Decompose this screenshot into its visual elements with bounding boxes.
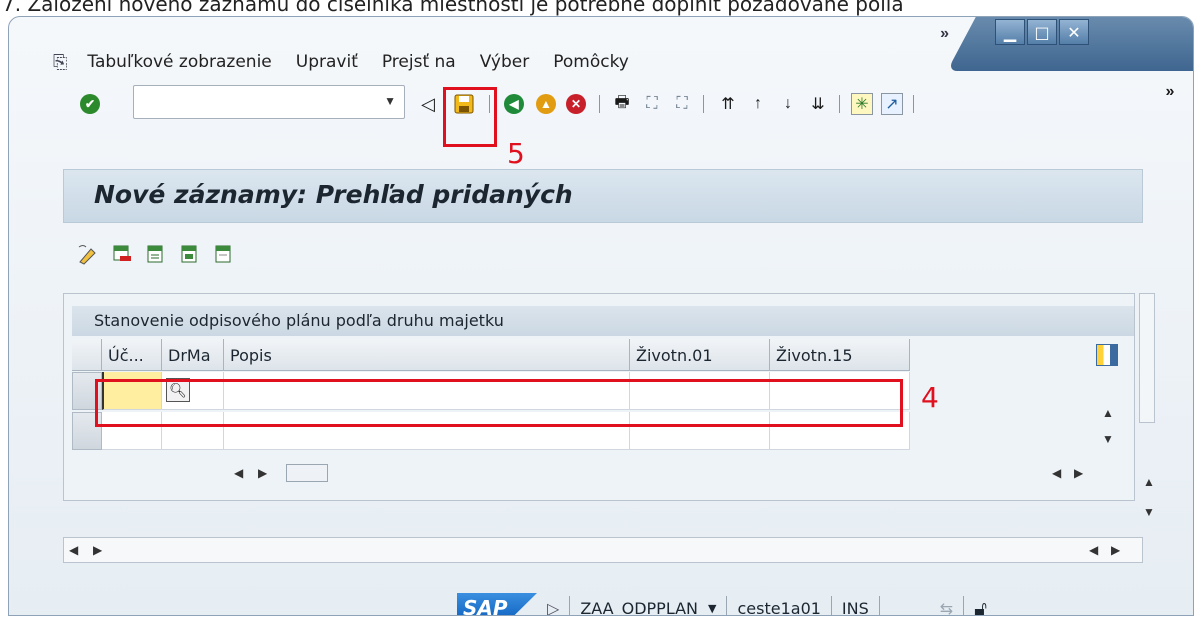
horizontal-scroll-thumb[interactable] (286, 464, 328, 482)
status-separator (569, 596, 571, 615)
toolbar-separator (913, 95, 914, 113)
status-separator (830, 596, 832, 615)
chevron-down-icon[interactable]: ▼ (384, 94, 396, 108)
maximize-button[interactable]: □ (1027, 19, 1057, 45)
menu-selection[interactable]: Výber (480, 52, 529, 72)
menu-icon[interactable]: ⎘ (53, 52, 67, 73)
column-header-popis[interactable]: Popis (224, 339, 630, 371)
deselect-all-icon[interactable] (213, 243, 235, 265)
instruction-caption: 7. Založení nového záznamu do číselníka … (2, 0, 904, 16)
toolbar-separator (839, 95, 840, 113)
back-icon[interactable]: ◀ (503, 93, 525, 115)
transaction-code: ZAA_ODPPLAN (580, 598, 699, 616)
menu-utilities[interactable]: Pomôcky (553, 52, 629, 72)
exit-icon[interactable]: ▲ (535, 93, 557, 115)
row-highlight-box (95, 379, 903, 427)
last-page-icon[interactable]: ⇊ (807, 93, 829, 115)
delete-row-icon[interactable] (111, 243, 133, 265)
find-icon[interactable]: ⛶ (641, 93, 663, 115)
command-field[interactable]: ▼ (133, 85, 405, 119)
close-button[interactable]: ✕ (1059, 19, 1089, 45)
menu-bar: ⎘ Tabuľkové zobrazenie Upraviť Prejsť na… (53, 47, 629, 77)
scroll-right-icon[interactable]: ▶ (258, 466, 267, 480)
column-header-zivotn15[interactable]: Životn.15 (770, 339, 910, 371)
select-all-icon[interactable] (145, 243, 167, 265)
status-separator (878, 596, 880, 615)
select-block-icon[interactable] (179, 243, 201, 265)
chevron-down-icon[interactable]: ▼ (708, 602, 716, 615)
change-display-icon[interactable] (77, 243, 99, 265)
scroll-down-icon[interactable]: ▼ (1102, 432, 1114, 446)
more-toolbar-icon[interactable]: » (1159, 81, 1181, 103)
scroll-up-icon[interactable]: ▲ (1102, 406, 1114, 420)
toolbar-separator (703, 95, 704, 113)
scroll-down-icon[interactable]: ▼ (1143, 505, 1155, 519)
scroll-right-icon[interactable]: ▶ (1111, 543, 1120, 557)
status-separator (963, 596, 965, 615)
scroll-left-icon[interactable]: ◀ (1089, 543, 1098, 557)
window-controls: ▁ □ ✕ (995, 19, 1089, 45)
status-separator (726, 596, 728, 615)
marker-4: 4 (921, 381, 939, 414)
marker-5: 5 (507, 137, 525, 170)
vertical-scrollbar[interactable] (1139, 293, 1155, 423)
table-settings-icon[interactable] (1096, 344, 1118, 366)
scroll-left-icon[interactable]: ◀ (69, 543, 78, 557)
application-toolbar (77, 243, 235, 265)
table-caption: Stanovenie odpisového plánu podľa druhu … (72, 306, 1134, 336)
column-header-zivotn01[interactable]: Životn.01 (630, 339, 770, 371)
enter-icon[interactable]: ✔ (79, 93, 101, 115)
page-title: Nové záznamy: Prehľad pridaných (94, 180, 573, 209)
minimize-button[interactable]: ▁ (995, 19, 1025, 45)
column-header-uc[interactable]: Úč... (102, 339, 162, 371)
collapse-left-icon[interactable]: ◁ (417, 93, 439, 115)
previous-page-icon[interactable]: ↑ (747, 93, 769, 115)
menu-goto[interactable]: Prejsť na (382, 52, 456, 72)
menu-tabular-view[interactable]: Tabuľkové zobrazenie (87, 52, 271, 72)
new-session-icon[interactable]: ✳ (851, 93, 873, 115)
find-next-icon[interactable]: ⛶ (671, 93, 693, 115)
first-page-icon[interactable]: ⇈ (717, 93, 739, 115)
server-name: ceste1a01 (737, 598, 821, 616)
command-input[interactable] (138, 86, 368, 116)
more-commands-top[interactable]: » (940, 25, 949, 43)
sap-window: » ▁ □ ✕ ⎘ Tabuľkové zobrazenie Upraviť P… (8, 16, 1194, 616)
scroll-right-icon[interactable]: ▶ (93, 543, 102, 557)
status-bar: SAP ▷ ZAA_ODPPLAN ▼ ceste1a01 INS ⇆ 🔓︎ (457, 593, 987, 616)
lock-icon[interactable]: 🔓︎ (974, 596, 987, 615)
scroll-up-icon[interactable]: ▲ (1143, 475, 1155, 489)
row-selector-header[interactable] (72, 339, 102, 371)
standard-toolbar: ✔ ▼ ◁ ◀ ▲ ✕ 🖶 ⛶ ⛶ ⇈ ↑ ↓ ⇊ ✳ ↗ » (9, 81, 1193, 123)
menu-edit[interactable]: Upraviť (296, 52, 358, 72)
connection-icon: ⇆ (939, 598, 954, 616)
shortcut-icon[interactable]: ↗ (881, 93, 903, 115)
scroll-left-icon[interactable]: ◀ (1052, 466, 1061, 480)
cancel-icon[interactable]: ✕ (565, 93, 587, 115)
sap-logo: SAP (457, 593, 537, 615)
status-toggle-icon[interactable]: ▷ (547, 599, 559, 616)
scroll-left-icon[interactable]: ◀ (234, 466, 243, 480)
save-highlight-box (443, 87, 497, 147)
next-page-icon[interactable]: ↓ (777, 93, 799, 115)
title-panel: Nové záznamy: Prehľad pridaných (63, 169, 1143, 223)
toolbar-separator (599, 95, 600, 113)
scroll-right-icon[interactable]: ▶ (1074, 466, 1083, 480)
column-header-drma[interactable]: DrMa (162, 339, 224, 371)
insert-mode: INS (841, 598, 869, 616)
horizontal-scrollbar[interactable] (63, 537, 1143, 563)
print-icon[interactable]: 🖶 (611, 93, 633, 115)
